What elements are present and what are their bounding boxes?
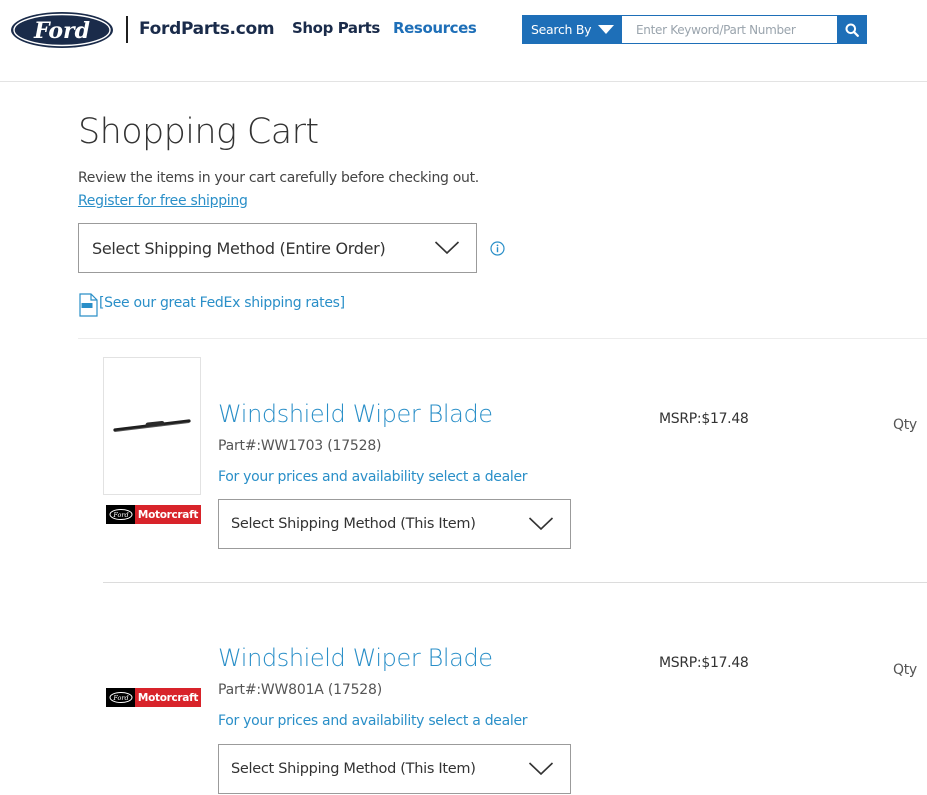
shipping-method-item-select[interactable]: Select Shipping Method (This Item) bbox=[218, 744, 571, 794]
item-msrp: MSRP:$17.48 bbox=[659, 411, 749, 427]
nav-shop-parts[interactable]: Shop Parts bbox=[292, 19, 380, 37]
product-thumbnail[interactable] bbox=[103, 357, 201, 495]
info-icon[interactable] bbox=[490, 241, 505, 256]
wiper-blade-image bbox=[113, 419, 191, 432]
search-by-dropdown[interactable]: Search By bbox=[522, 15, 622, 44]
search-button[interactable] bbox=[837, 15, 867, 44]
item-qty-label: Qty bbox=[893, 662, 917, 678]
motorcraft-logo-text: Motorcraft bbox=[135, 688, 201, 707]
divider bbox=[103, 582, 927, 583]
register-free-shipping-link[interactable]: Register for free shipping bbox=[78, 193, 248, 209]
item-msrp: MSRP:$17.48 bbox=[659, 655, 749, 671]
chevron-down-icon bbox=[434, 241, 460, 255]
caret-down-icon bbox=[598, 25, 614, 34]
item-title-link[interactable]: Windshield Wiper Blade bbox=[218, 644, 493, 672]
site-header: Ford FordParts.com Shop Parts Resources … bbox=[0, 0, 927, 82]
select-dealer-link[interactable]: For your prices and availability select … bbox=[218, 469, 528, 485]
ford-oval-icon: Ford bbox=[106, 688, 135, 707]
ford-logo-text: Ford bbox=[33, 18, 90, 44]
fedex-shipping-rates-link[interactable]: [See our great FedEx shipping rates] bbox=[99, 295, 345, 311]
svg-text:Ford: Ford bbox=[112, 511, 128, 519]
item-part-number: Part#:WW801A (17528) bbox=[218, 682, 382, 698]
shipping-method-entire-label: Select Shipping Method (Entire Order) bbox=[92, 238, 386, 258]
pdf-document-icon[interactable] bbox=[79, 293, 98, 317]
cart-intro-text: Review the items in your cart carefully … bbox=[78, 170, 479, 186]
nav-resources[interactable]: Resources bbox=[393, 19, 477, 37]
ford-oval-icon: Ford bbox=[106, 505, 135, 524]
shipping-method-entire-order-select[interactable]: Select Shipping Method (Entire Order) bbox=[78, 223, 477, 273]
chevron-down-icon bbox=[528, 762, 554, 776]
brand-name-link[interactable]: FordParts.com bbox=[139, 19, 275, 39]
item-part-number: Part#:WW1703 (17528) bbox=[218, 438, 382, 454]
search-by-label: Search By bbox=[531, 22, 592, 37]
motorcraft-logo-text: Motorcraft bbox=[135, 505, 201, 524]
shipping-method-item-label: Select Shipping Method (This Item) bbox=[231, 761, 476, 777]
select-dealer-link[interactable]: For your prices and availability select … bbox=[218, 713, 528, 729]
svg-text:Ford: Ford bbox=[112, 694, 128, 702]
ford-logo[interactable]: Ford bbox=[10, 11, 114, 49]
item-qty-label: Qty bbox=[893, 417, 917, 433]
motorcraft-logo: Ford Motorcraft bbox=[106, 505, 201, 524]
search-input[interactable] bbox=[622, 15, 837, 44]
chevron-down-icon bbox=[528, 517, 554, 531]
motorcraft-logo: Ford Motorcraft bbox=[106, 688, 201, 707]
page-title: Shopping Cart bbox=[78, 112, 319, 152]
brand-divider bbox=[126, 16, 128, 43]
search-bar: Search By bbox=[522, 15, 867, 44]
shipping-method-item-select[interactable]: Select Shipping Method (This Item) bbox=[218, 499, 571, 549]
search-icon bbox=[845, 23, 859, 37]
item-title-link[interactable]: Windshield Wiper Blade bbox=[218, 400, 493, 428]
divider bbox=[78, 338, 927, 339]
shipping-method-item-label: Select Shipping Method (This Item) bbox=[231, 516, 476, 532]
